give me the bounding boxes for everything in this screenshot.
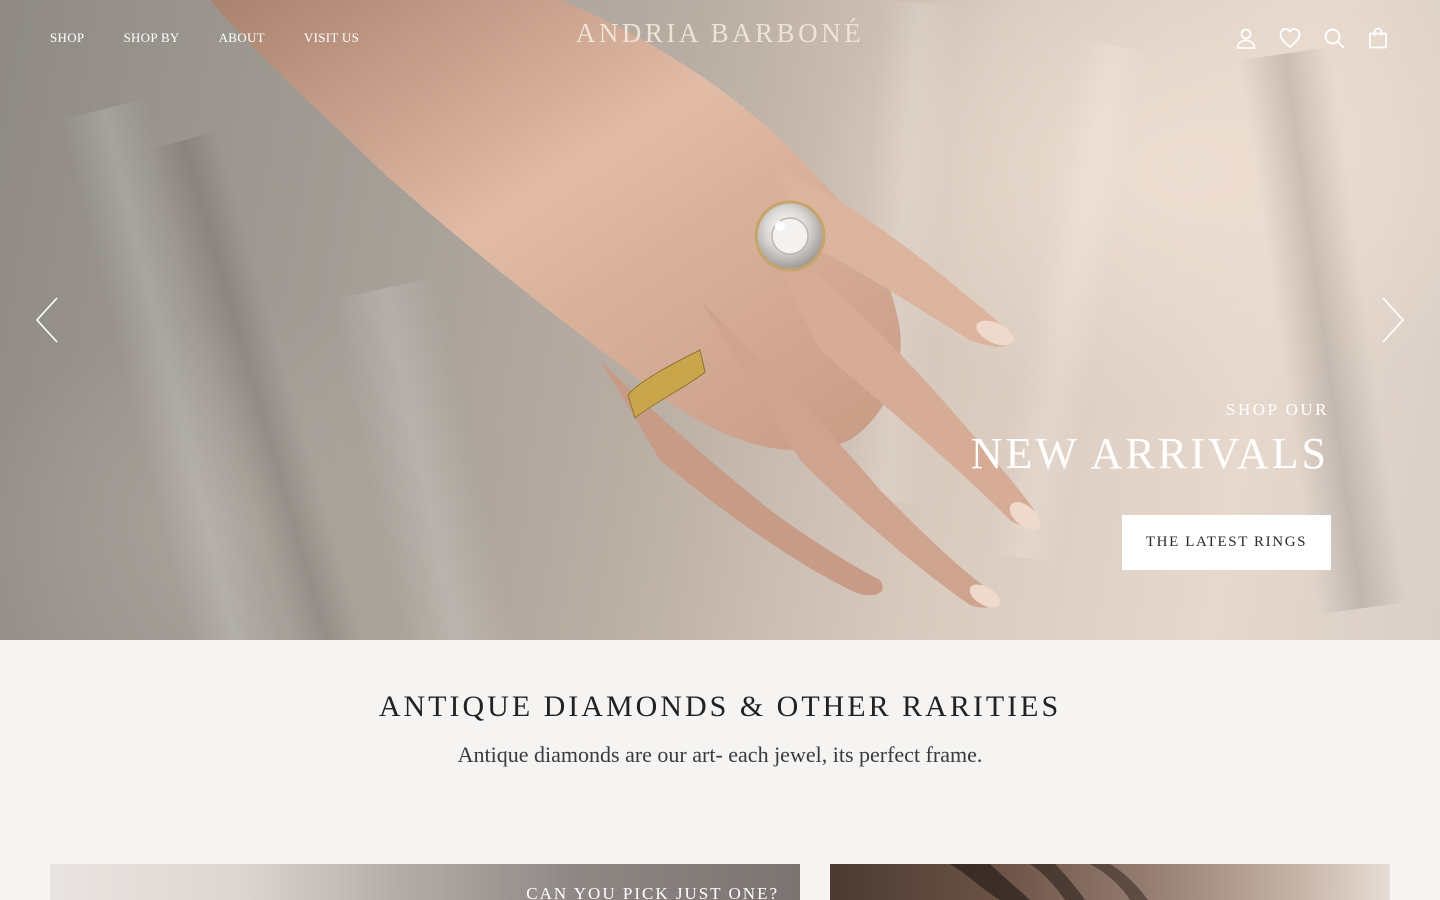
header-actions: [1234, 26, 1390, 50]
tile-photo-image: [950, 864, 1148, 900]
section-heading: ANTIQUE DIAMONDS & OTHER RARITIES: [378, 690, 1062, 723]
collection-tile-photo[interactable]: [830, 864, 1390, 900]
tile-label: CAN YOU PICK JUST ONE?: [526, 884, 779, 900]
collection-tile-pick-one[interactable]: CAN YOU PICK JUST ONE?: [50, 864, 800, 900]
hero-text: SHOP OUR NEW ARRIVALS: [971, 400, 1329, 478]
carousel-prev-button[interactable]: [34, 296, 60, 344]
search-icon[interactable]: [1322, 26, 1346, 50]
chevron-left-icon: [35, 297, 58, 343]
wishlist-heart-icon[interactable]: [1278, 26, 1302, 50]
hero-banner: SHOP SHOP BY ABOUT VISIT US ANDRIA BARBO…: [0, 0, 1440, 640]
latest-rings-button[interactable]: THE LATEST RINGS: [1122, 515, 1331, 570]
section-subheading: Antique diamonds are our art- each jewel…: [457, 742, 983, 767]
intro-section: ANTIQUE DIAMONDS & OTHER RARITIES Antiqu…: [0, 640, 1440, 768]
hero-eyebrow: SHOP OUR: [1226, 400, 1329, 419]
chevron-right-icon: [1382, 297, 1405, 343]
carousel-next-button[interactable]: [1380, 296, 1406, 344]
account-icon[interactable]: [1234, 26, 1258, 50]
cart-bag-icon[interactable]: [1366, 26, 1390, 50]
hero-title: NEW ARRIVALS: [970, 429, 1329, 478]
brand-logo[interactable]: ANDRIA BARBONÉ: [0, 18, 1440, 49]
